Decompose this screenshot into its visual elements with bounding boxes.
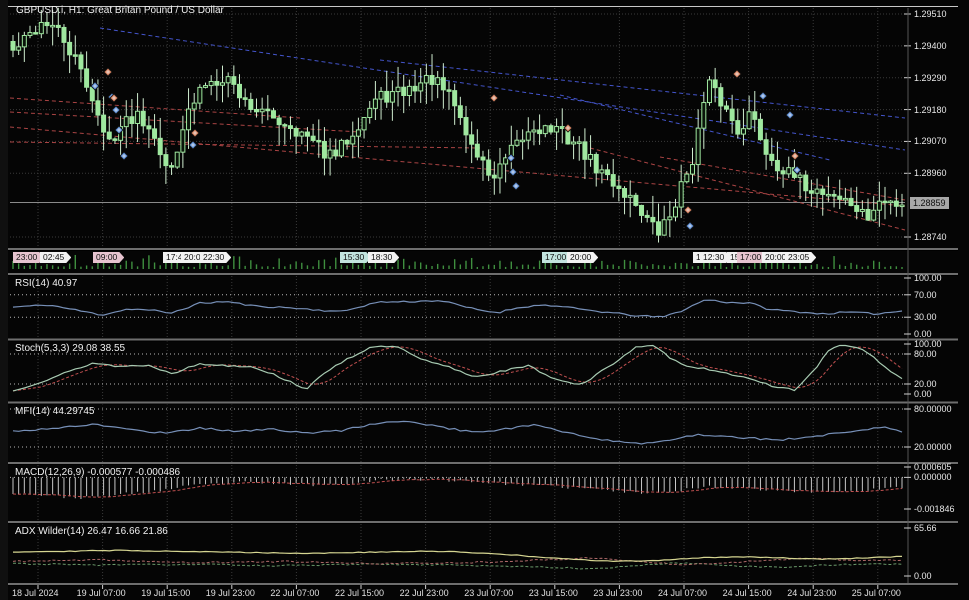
volume-row[interactable]: [8, 250, 908, 272]
macd-panel[interactable]: [8, 465, 908, 521]
window-left-border: [0, 0, 8, 600]
adx-panel[interactable]: [8, 524, 908, 583]
rsi-panel[interactable]: [8, 276, 908, 338]
price-axis[interactable]: [908, 8, 969, 583]
stoch-panel[interactable]: [8, 341, 908, 401]
trading-terminal-window: GBPUSD.i, H1: Great Britan Pound / US Do…: [0, 0, 969, 600]
mfi-panel[interactable]: [8, 404, 908, 462]
time-axis[interactable]: [8, 585, 908, 600]
main-chart-panel[interactable]: [8, 8, 908, 248]
